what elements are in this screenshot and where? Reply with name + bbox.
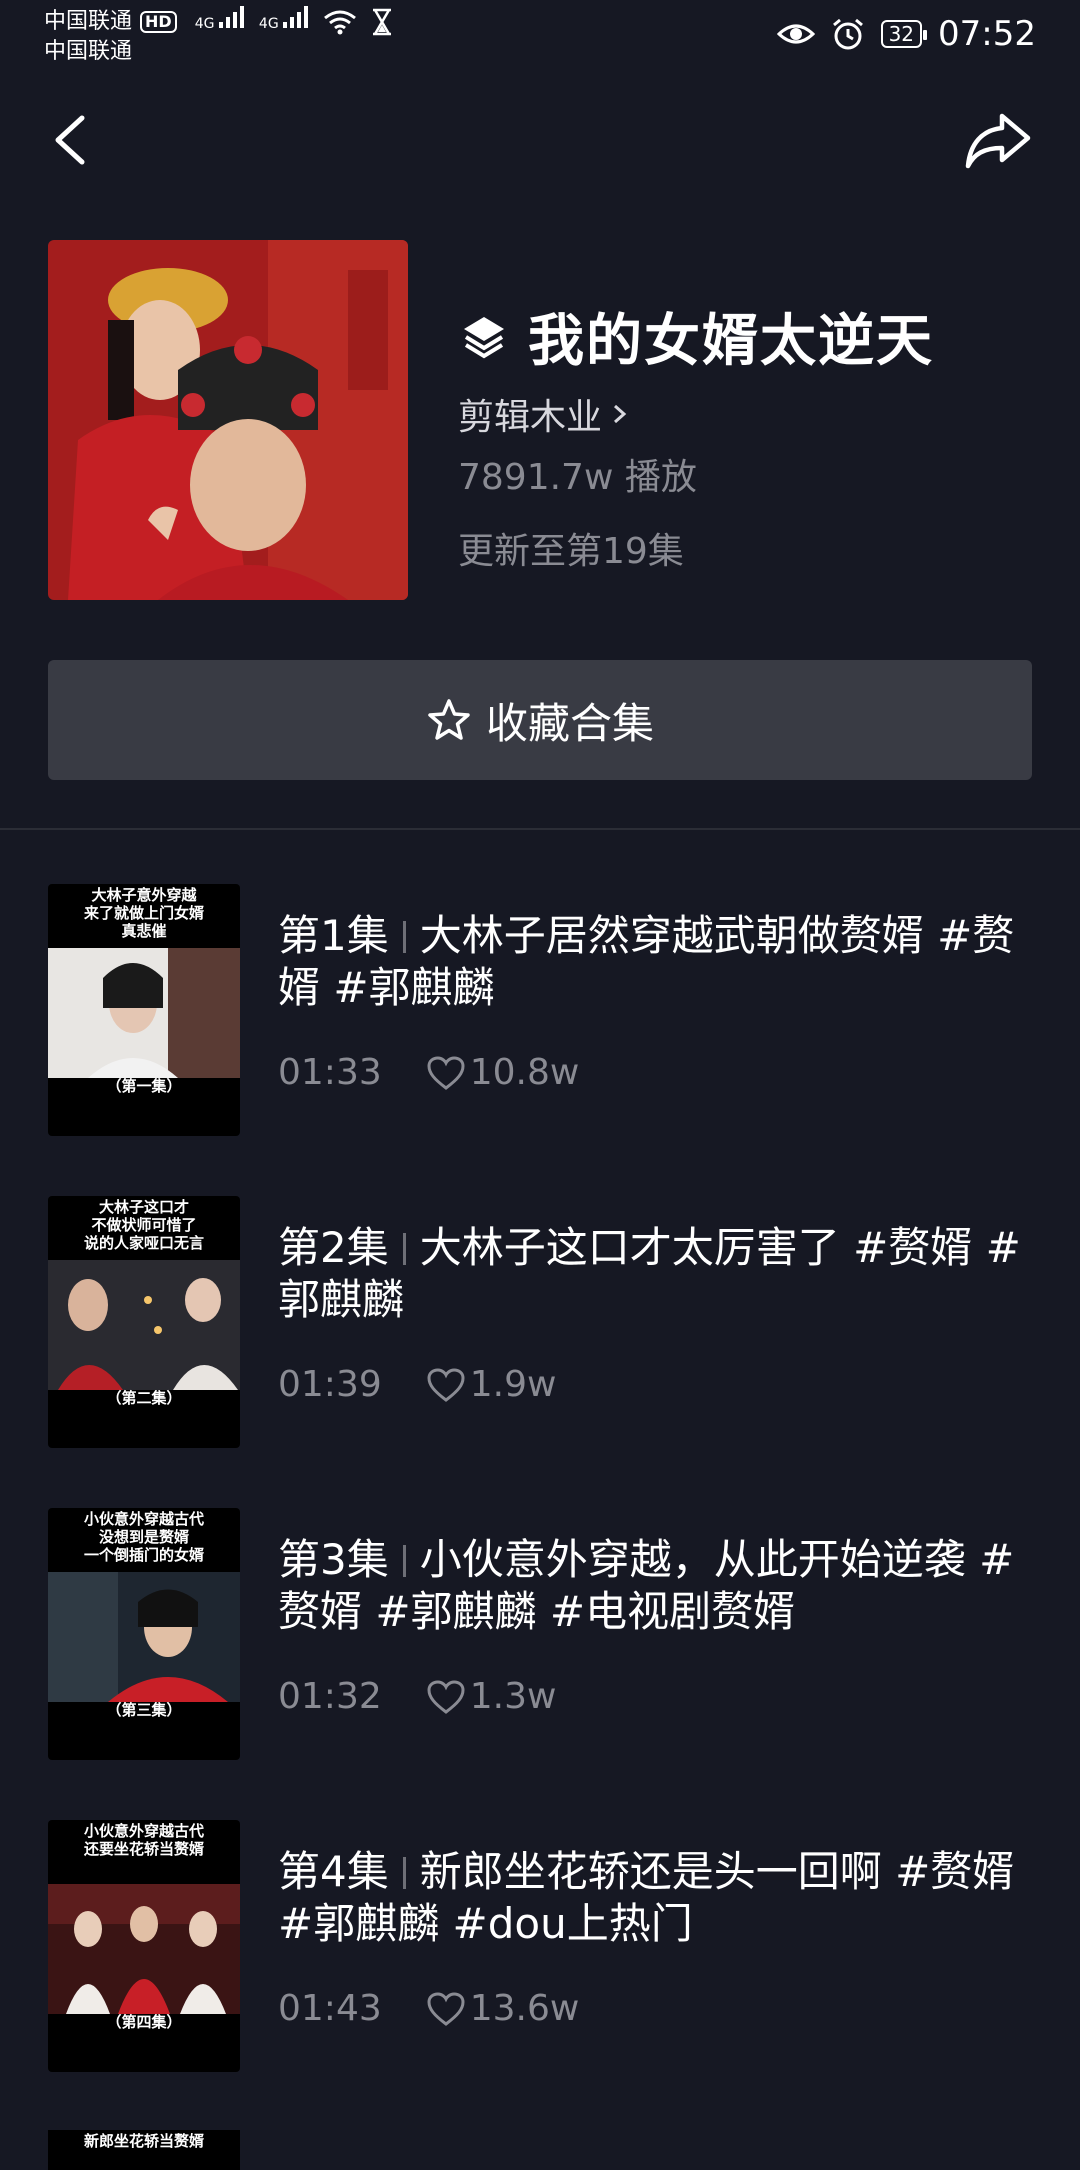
episode-item[interactable]: 大林子意外穿越 来了就做上门女婿 真悲催 （第一集） 第1集 大林子居然穿越武朝做… (48, 884, 1032, 1136)
play-count: 7891.7w 播放 (458, 457, 697, 498)
episode-meta: 01:43 13.6w (278, 1988, 579, 2029)
episode-duration: 01:43 (278, 1988, 382, 2029)
heart-icon (427, 1367, 465, 1402)
back-button[interactable] (48, 108, 96, 172)
episode-meta: 01:33 10.8w (278, 1052, 579, 1093)
episode-duration: 01:32 (278, 1676, 382, 1717)
collect-label: 收藏合集 (485, 698, 654, 748)
episode-title[interactable]: 第4集 新郎坐花轿还是头一回啊 #赘婿 #郭麒麟 #dou上热门 (278, 1846, 1038, 1950)
thumbnail-label: （第三集） (106, 1701, 182, 1719)
thumbnail-caption: 小伙意外穿越古代 还要坐花轿当赘婿 (83, 1822, 204, 1858)
episode-duration: 01:39 (278, 1364, 382, 1405)
star-icon (428, 699, 470, 740)
signal-icon-1: 4G (195, 6, 245, 38)
heart-icon (427, 1991, 465, 2026)
clock: 07:52 (938, 14, 1036, 54)
eye-icon (776, 24, 815, 44)
thumbnail-caption: 小伙意外穿越古代 没想到是赘婿 一个倒插门的女婿 (83, 1510, 204, 1564)
wifi-icon (324, 10, 357, 35)
heart-icon (427, 1055, 465, 1090)
carrier-2: 中国联通 (44, 39, 133, 64)
heart-icon (427, 1679, 465, 1714)
title-separator (402, 921, 406, 953)
episode-meta: 01:39 1.9w (278, 1364, 556, 1405)
episode-duration: 01:33 (278, 1052, 382, 1093)
status-bar-left: 中国联通 HD 4G 4G 中国联通 (44, 6, 393, 66)
episode-item[interactable]: 小伙意外穿越古代 没想到是赘婿 一个倒插门的女婿 （第三集） 第3集 小伙意外穿越… (48, 1508, 1032, 1760)
chevron-left-icon (55, 115, 85, 165)
episode-number: 第4集 (278, 1847, 389, 1896)
hourglass-icon (373, 8, 392, 36)
episode-thumbnail-partial[interactable]: 新郎坐花轿当赘婿 (48, 2130, 240, 2170)
title-separator (402, 1233, 406, 1265)
battery-indicator: 32 (880, 20, 928, 48)
episode-likes: 1.9w (469, 1364, 557, 1405)
share-button[interactable] (962, 108, 1034, 172)
signal-icon-2: 4G (259, 6, 309, 38)
thumbnail-label: （第二集） (106, 1389, 182, 1407)
episode-item[interactable]: 大林子这口才 不做状师可惜了 说的人家哑口无言 （第二集） 第2集 大林子这口才太… (48, 1196, 1032, 1448)
update-status: 更新至第19集 (458, 531, 684, 572)
episode-item[interactable]: 小伙意外穿越古代 还要坐花轿当赘婿 （第四集） 第4集 新郎坐花轿还是头一回啊 #… (48, 1820, 1032, 2072)
episode-thumbnail: 小伙意外穿越古代 没想到是赘婿 一个倒插门的女婿 （第三集） (48, 1508, 240, 1760)
thumbnail-label: （第一集） (106, 1077, 182, 1095)
author-name: 剪辑木业 (458, 397, 603, 438)
episode-thumbnail: 大林子这口才 不做状师可惜了 说的人家哑口无言 （第二集） (48, 1196, 240, 1448)
episode-number: 第3集 (278, 1535, 389, 1584)
hd-badge: HD (140, 11, 177, 33)
collection-title: 我的女婿太逆天 (528, 309, 934, 374)
divider (0, 828, 1080, 830)
episode-thumbnail: 小伙意外穿越古代 还要坐花轿当赘婿 （第四集） (48, 1820, 240, 2072)
episode-likes: 10.8w (469, 1052, 580, 1093)
carrier-1: 中国联通 (44, 9, 133, 34)
title-separator (402, 1857, 406, 1889)
thumbnail-caption: 大林子这口才 不做状师可惜了 说的人家哑口无言 (83, 1198, 204, 1252)
episode-number: 第1集 (278, 911, 389, 960)
episode-likes: 1.3w (469, 1676, 557, 1717)
collection-title-row: 我的女婿太逆天 (460, 296, 934, 377)
episode-description: 大林子这口才太厉害了 #赘婿 #郭麒麟 (278, 1223, 1021, 1324)
alarm-icon (832, 18, 863, 50)
collection-cover-image (48, 240, 408, 600)
author-link[interactable]: 剪辑木业 (458, 388, 630, 440)
episode-title[interactable]: 第1集 大林子居然穿越武朝做赘婿 #赘婿 #郭麒麟 (278, 910, 1038, 1014)
thumbnail-caption: 大林子意外穿越 来了就做上门女婿 真悲催 (83, 886, 204, 940)
episode-meta: 01:32 1.3w (278, 1676, 556, 1717)
episode-thumbnail: 大林子意外穿越 来了就做上门女婿 真悲催 （第一集） (48, 884, 240, 1136)
episode-title[interactable]: 第3集 小伙意外穿越，从此开始逆袭 #赘婿 #郭麒麟 #电视剧赘婿 (278, 1534, 1038, 1638)
title-separator (402, 1545, 406, 1577)
thumbnail-caption: 新郎坐花轿当赘婿 (83, 2132, 204, 2150)
share-icon (965, 113, 1031, 169)
episode-number: 第2集 (278, 1223, 389, 1272)
collect-button[interactable]: 收藏合集 (48, 660, 1032, 780)
episode-likes: 13.6w (469, 1988, 580, 2029)
thumbnail-label: （第四集） (106, 2013, 182, 2031)
chevron-right-icon (614, 404, 627, 424)
episode-title[interactable]: 第2集 大林子这口才太厉害了 #赘婿 #郭麒麟 (278, 1222, 1038, 1326)
layers-icon (464, 316, 504, 358)
status-bar-right: 32 07:52 (776, 14, 1036, 54)
